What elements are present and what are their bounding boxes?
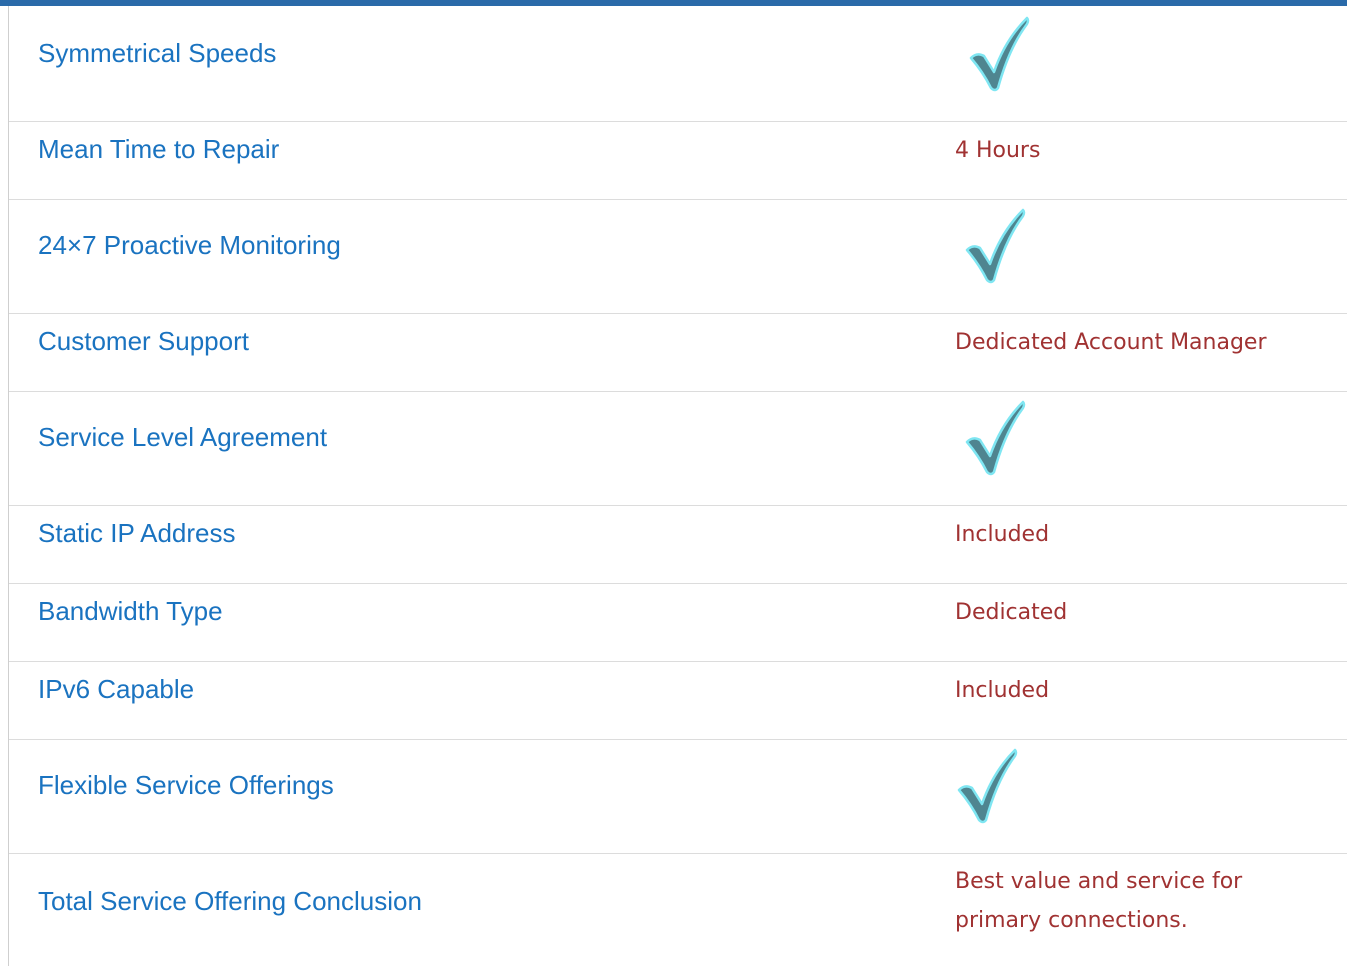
feature-label: Mean Time to Repair [38, 134, 280, 164]
feature-label: Customer Support [38, 326, 249, 356]
table-row: Mean Time to Repair 4 Hours [9, 122, 1347, 200]
feature-label: Service Level Agreement [38, 422, 328, 452]
feature-value-line: Best value and service for [955, 869, 1243, 894]
feature-value-line: primary connections. [955, 908, 1188, 933]
table-row: Customer Support Dedicated Account Manag… [9, 314, 1347, 392]
feature-label: Total Service Offering Conclusion [38, 886, 422, 916]
table-row: 24×7 Proactive Monitoring [9, 200, 1347, 314]
feature-label: IPv6 Capable [38, 674, 195, 704]
table-row: Service Level Agreement [9, 392, 1347, 506]
table-row: Symmetrical Speeds [9, 6, 1347, 122]
table-row: Static IP Address Included [9, 506, 1347, 584]
feature-value: Dedicated [955, 600, 1068, 625]
checkmark-icon [957, 748, 1018, 824]
feature-value: Dedicated Account Manager [955, 330, 1267, 355]
table-row: Bandwidth Type Dedicated [9, 584, 1347, 662]
feature-label: Symmetrical Speeds [38, 38, 277, 68]
feature-comparison-table: Symmetrical Speeds Mean Time to Repair 4… [8, 6, 1347, 966]
checkmark-icon [965, 400, 1026, 476]
table-row: Flexible Service Offerings [9, 740, 1347, 854]
table-row: Total Service Offering Conclusion Best v… [9, 854, 1347, 966]
checkmark-icon [969, 16, 1030, 92]
checkmark-icon [965, 208, 1026, 284]
feature-label: 24×7 Proactive Monitoring [38, 230, 341, 260]
feature-value: Included [955, 522, 1050, 547]
feature-label: Static IP Address [38, 518, 236, 548]
feature-label: Bandwidth Type [38, 596, 223, 626]
feature-label: Flexible Service Offerings [38, 770, 334, 800]
table-row: IPv6 Capable Included [9, 662, 1347, 740]
feature-value: Included [955, 678, 1050, 703]
feature-value: 4 Hours [955, 138, 1041, 163]
